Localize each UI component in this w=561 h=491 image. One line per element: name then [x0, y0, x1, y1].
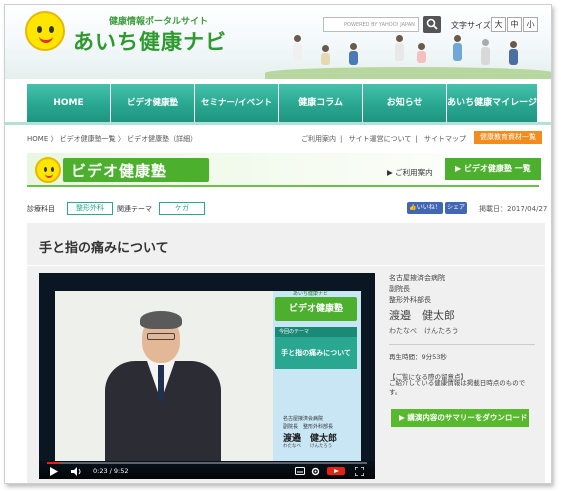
nav-item-mileage[interactable]: あいち健康マイレージ [447, 84, 537, 122]
facebook-like-button[interactable]: 👍いいね！ [407, 202, 443, 214]
presenter-hair [140, 311, 182, 329]
like-label: いいね！ [416, 204, 441, 211]
arrow-icon: ▶ [455, 164, 464, 173]
video-brand-small: あいち健康ナビ [293, 291, 329, 297]
video-progress-fill [47, 462, 60, 464]
link-usage-guide[interactable]: ご利用案内 [301, 135, 336, 143]
family-illustration [321, 45, 330, 65]
speaker-kana: わたなべ けんたろう [389, 327, 459, 335]
speaker-name: 渡邉 健太郎 [389, 309, 455, 322]
settings-gear-icon[interactable] [311, 467, 320, 476]
volume-icon[interactable] [71, 467, 83, 476]
theme-label: 関連テーマ [117, 205, 152, 213]
speaker-info: 名古屋掖済会病院 副院長 整形外科部長 渡邉 健太郎 わたなべ けんたろう 再生… [389, 273, 535, 361]
presenter-tie [158, 365, 164, 401]
summary-download-label: 講演内容のサマリーをダウンロード [407, 413, 528, 422]
site-header: 健康情報ポータルサイト あいち健康ナビ POWERED BY YAHOO! JA… [5, 5, 551, 79]
video-speaker-kana: わたなべ けんたろう [283, 444, 333, 449]
speaker-hospital: 名古屋掖済会病院 [389, 274, 445, 282]
utility-links: ご利用案内 | サイト運営について | サイトマップ [301, 135, 466, 143]
video-progress-bar[interactable] [47, 462, 367, 464]
category-label: 診療科目 [27, 205, 55, 213]
family-illustration [481, 39, 490, 65]
search-button[interactable] [423, 16, 441, 33]
article-panel: 手と指の痛みについて あいち健康ナビ ビデオ健康塾 今回のテーマ 手と指の痛みに… [27, 223, 545, 483]
video-speaker-dept: 副院長 整形外科部長 [283, 424, 334, 430]
divider [27, 265, 545, 266]
fullscreen-icon[interactable] [355, 467, 364, 476]
play-time: 再生時間：9分53秒 [389, 353, 447, 361]
play-icon[interactable] [49, 467, 59, 476]
section-banner: ビデオ健康塾 ▶ ご利用案内 ▶ ビデオ健康塾 一覧 [27, 153, 541, 187]
mascot-icon [35, 157, 61, 183]
nav-item-video[interactable]: ビデオ健康塾 [111, 84, 195, 122]
meta-row: 診療科目 整形外科 関連テーマ ケガ 👍いいね！ シェア 掲載日：2017/04… [27, 202, 547, 216]
nav-item-home[interactable]: HOME [27, 84, 111, 122]
theme-tag[interactable]: ケガ [159, 202, 205, 215]
video-theme-label: 今回のテーマ [275, 327, 357, 337]
video-brand: ビデオ健康塾 [275, 297, 357, 321]
category-tag[interactable]: 整形外科 [67, 202, 113, 215]
font-size-medium-button[interactable]: 中 [507, 17, 522, 32]
breadcrumb[interactable]: HOME 〉 ビデオ健康塾一覧 〉 ビデオ健康塾（詳細） [27, 134, 197, 144]
header-illustration-grass [265, 67, 551, 79]
guide-link[interactable]: ▶ ご利用案内 [387, 167, 433, 178]
guide-link-label: ご利用案内 [395, 168, 433, 177]
video-list-label: ビデオ健康塾 一覧 [463, 164, 531, 173]
video-list-button[interactable]: ▶ ビデオ健康塾 一覧 [445, 158, 541, 180]
search-icon [426, 18, 438, 30]
health-material-button[interactable]: 健康教育資材一覧 [474, 131, 542, 144]
font-size-large-button[interactable]: 大 [491, 17, 506, 32]
youtube-logo-icon[interactable] [327, 467, 345, 475]
speaker-position-2: 整形外科部長 [389, 296, 431, 304]
video-player[interactable]: あいち健康ナビ ビデオ健康塾 今回のテーマ 手と指の痛みについて 名古屋掖済会病… [39, 273, 375, 479]
family-illustration [453, 35, 462, 61]
section-title: ビデオ健康塾 [71, 162, 168, 180]
global-nav: HOME ビデオ健康塾 セミナー/イベント 健康コラム お知らせ あいち健康マイ… [27, 84, 537, 122]
family-illustration [417, 43, 426, 63]
video-controls: 0:23 / 9:52 [39, 461, 375, 479]
subtitles-icon[interactable] [295, 467, 305, 475]
video-theme: 手と指の痛みについて [275, 337, 357, 369]
family-illustration [293, 35, 302, 61]
notes-text: ご紹介している健康情報は掲載日時点のものです。 [389, 379, 526, 396]
link-site-operation[interactable]: サイト運営について [349, 135, 412, 143]
family-illustration [349, 43, 358, 65]
post-date: 掲載日：2017/04/27 [479, 205, 548, 213]
nav-divider [5, 122, 551, 125]
divider [389, 344, 535, 345]
facebook-share-button[interactable]: シェア [445, 202, 467, 214]
summary-download-button[interactable]: ▶ 講演内容のサマリーをダウンロード [391, 409, 529, 427]
font-size-small-button[interactable]: 小 [523, 17, 538, 32]
mascot-logo-icon[interactable] [25, 11, 65, 51]
nav-item-seminar[interactable]: セミナー/イベント [195, 84, 279, 122]
video-time: 0:23 / 9:52 [93, 467, 129, 475]
presenter-glasses [147, 333, 175, 340]
arrow-icon: ▶ [387, 168, 393, 177]
nav-item-news[interactable]: お知らせ [363, 84, 447, 122]
family-illustration [395, 35, 404, 61]
thumbs-up-icon: 👍 [409, 204, 417, 211]
site-logo-text[interactable]: あいち健康ナビ [73, 26, 227, 56]
nav-item-column[interactable]: 健康コラム [279, 84, 363, 122]
speaker-position-1: 副院長 [389, 285, 410, 293]
search-brand: POWERED BY YAHOO! JAPAN [344, 22, 415, 28]
link-sitemap[interactable]: サイトマップ [424, 135, 466, 143]
video-speaker-org: 名古屋掖済会病院 [283, 416, 324, 422]
page-title: 手と指の痛みについて [39, 241, 169, 256]
font-size-label: 文字サイズ [451, 21, 491, 30]
family-illustration [509, 41, 518, 65]
browser-frame: 健康情報ポータルサイト あいち健康ナビ POWERED BY YAHOO! JA… [4, 4, 552, 484]
search-input[interactable]: POWERED BY YAHOO! JAPAN [323, 17, 419, 32]
